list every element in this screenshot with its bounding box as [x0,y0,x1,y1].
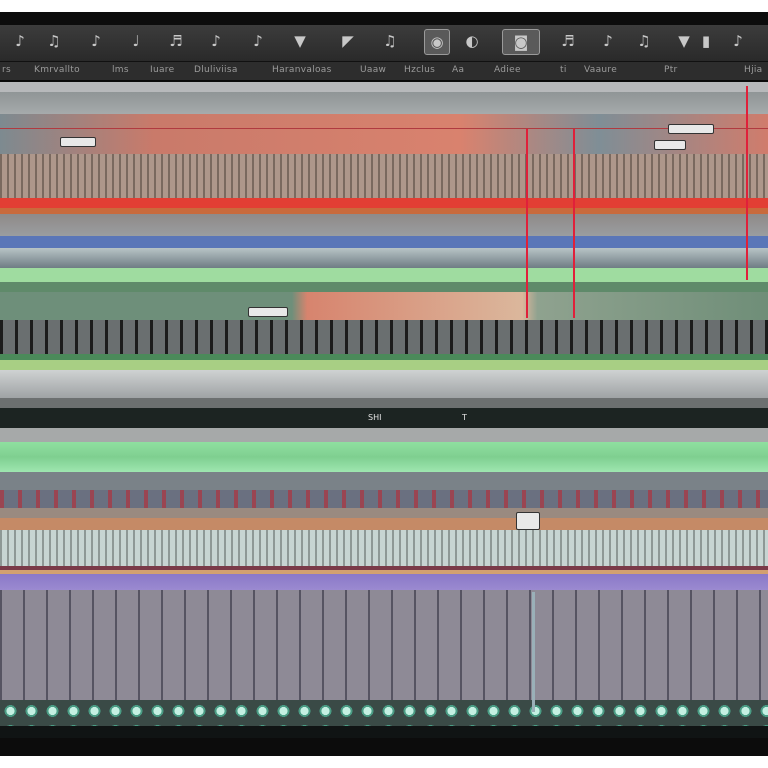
column-label: Ptr [664,65,678,75]
camera-icon[interactable]: ◙ [502,29,540,55]
track-lane[interactable] [0,574,768,590]
playhead[interactable] [532,592,535,712]
column-label: Vaaure [584,65,618,75]
piano-roll[interactable] [0,590,768,700]
column-label: Kmrvallto [34,65,80,75]
track-label-bar: rs Kmrvallto lms Iuare Dluliviisa Haranv… [0,62,768,81]
audio-icon[interactable]: ♪ [246,29,270,53]
end-marker[interactable] [746,86,748,280]
column-label: rs [2,65,11,75]
column-label: Aa [452,65,465,75]
track-lane[interactable] [0,518,768,530]
pointer-icon[interactable]: ◤ [336,29,360,53]
track-lane[interactable] [0,82,768,92]
note-icon[interactable]: ♫ [42,29,66,53]
speaker-icon[interactable]: ♪ [726,29,750,53]
column-label: Haranvaloas [272,65,332,75]
waveform-lane[interactable] [0,154,768,198]
track-lane[interactable] [0,268,768,282]
track-lane[interactable] [0,282,768,292]
play-marker-icon[interactable]: ▼ [672,29,696,53]
bar-icon[interactable]: ▮ [694,29,718,53]
tuner-icon[interactable]: ♫ [378,29,402,53]
edit-icon[interactable]: ♪ [596,29,620,53]
midi-icon[interactable]: ♬ [556,29,580,53]
column-label: Adiee [494,65,521,75]
audio-clip[interactable] [0,114,768,154]
column-label: Uaaw [360,65,387,75]
column-label: Hjia [744,65,763,75]
record-icon[interactable]: ◉ [424,29,450,55]
settings-icon[interactable]: ♫ [632,29,656,53]
arrangement-canvas[interactable]: SHI T [0,82,768,738]
green-clip[interactable] [0,442,768,472]
clip-handle[interactable] [654,140,686,150]
track-lane[interactable] [0,508,768,518]
metronome-icon[interactable]: ♩ [124,29,148,53]
track-lane[interactable] [0,360,768,370]
clip-handle[interactable] [248,307,288,317]
loop-range-line [0,128,768,129]
triangle-down-icon[interactable]: ▼ [288,29,312,53]
track-lane[interactable] [0,370,768,398]
track-lane[interactable] [0,398,768,408]
loop-start-marker[interactable] [526,128,528,318]
track-lane[interactable] [0,428,768,442]
column-label: Dluliviisa [194,65,238,75]
loop-icon[interactable]: ◐ [460,29,484,53]
track-name-label: SHI [368,413,382,422]
track-tag-label: T [462,413,467,422]
track-lane[interactable] [0,248,768,268]
track-lane[interactable] [0,198,768,208]
waveform-lane[interactable] [0,530,768,566]
loop-end-marker[interactable] [573,128,575,318]
track-lane[interactable] [0,726,768,738]
column-label: ti [560,65,567,75]
audio-clip[interactable] [0,292,768,320]
step-sequencer-row[interactable] [0,700,768,726]
column-label: Iuare [150,65,175,75]
toolbar: ♪ ♫ ♪ ♩ ♬ ♪ ♪ ▼ ◤ ♫ ◉ ◐ ◙ ♬ ♪ ♫ ▼ ▮ ♪ [0,25,768,62]
column-label: Hzclus [404,65,436,75]
dark-track[interactable]: SHI T [0,408,768,428]
mixer-icon[interactable]: ♬ [164,29,188,53]
headphones-icon[interactable]: ♪ [204,29,228,53]
column-label: lms [112,65,129,75]
clip-handle[interactable] [60,137,96,147]
keyboard-lane[interactable] [0,320,768,354]
track-lane[interactable] [0,214,768,236]
clip-handle[interactable] [516,512,540,530]
volume-icon[interactable]: ♪ [84,29,108,53]
track-lane[interactable] [0,92,768,114]
clip-handle[interactable] [668,124,714,134]
automation-lane[interactable] [0,490,768,508]
speaker-icon[interactable]: ♪ [8,29,32,53]
track-lane[interactable] [0,472,768,490]
track-lane[interactable] [0,236,768,248]
